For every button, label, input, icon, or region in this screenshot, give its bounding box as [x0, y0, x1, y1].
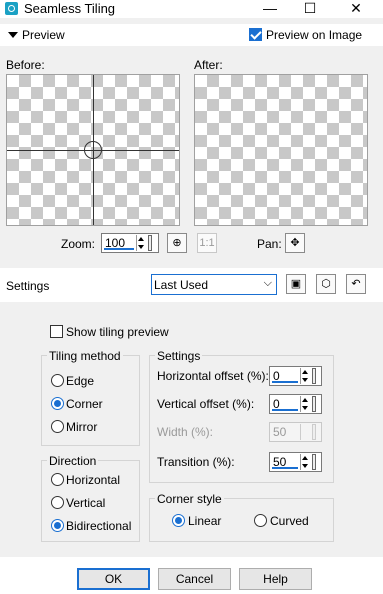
zoom-actual-size-icon[interactable]: 1:1 — [197, 233, 217, 253]
radio-horizontal[interactable] — [51, 473, 64, 486]
width-spinner[interactable] — [300, 424, 308, 440]
vertical-offset-spinner[interactable] — [300, 396, 308, 412]
target-icon[interactable] — [84, 141, 102, 159]
corner-style-title: Corner style — [155, 492, 224, 506]
show-tiling-preview-checkbox[interactable] — [50, 325, 63, 338]
preview-label[interactable]: Preview — [22, 28, 65, 42]
radio-corner[interactable] — [51, 397, 64, 410]
zoom-label: Zoom: — [61, 237, 96, 251]
zoom-slider-handle[interactable] — [148, 235, 152, 251]
zoom-underline — [104, 248, 134, 250]
reset-icon[interactable]: ↶ — [346, 274, 366, 294]
zoom-fit-icon[interactable]: ⊕ — [167, 233, 187, 253]
transition-spinner[interactable] — [300, 454, 308, 470]
vertical-offset-underline — [272, 409, 298, 411]
save-preset-icon[interactable]: ▣ — [286, 274, 306, 294]
zoom-spinner[interactable] — [136, 235, 144, 251]
preset-dropdown[interactable]: Last Used ⌵ — [151, 274, 277, 295]
cancel-button[interactable]: Cancel — [158, 568, 231, 590]
radio-linear-label[interactable]: Linear — [188, 514, 221, 528]
preview-on-image-label[interactable]: Preview on Image — [266, 28, 362, 42]
transition-underline — [272, 467, 298, 469]
spin-down-icon[interactable] — [138, 245, 144, 249]
transition-label: Transition (%): — [157, 455, 235, 469]
settings-group-title: Settings — [155, 349, 203, 363]
close-button[interactable]: ✕ — [342, 0, 370, 18]
maximize-button[interactable]: ☐ — [296, 0, 324, 18]
help-button[interactable]: Help — [239, 568, 312, 590]
radio-curved[interactable] — [254, 514, 267, 527]
spin-down-icon[interactable] — [302, 378, 308, 382]
width-field[interactable]: 50 — [269, 422, 322, 442]
after-label: After: — [194, 58, 223, 72]
spin-up-icon[interactable] — [302, 398, 308, 402]
radio-corner-label[interactable]: Corner — [66, 397, 103, 411]
width-slider-handle[interactable] — [312, 424, 316, 440]
minimize-button[interactable]: — — [256, 0, 284, 18]
zoom-field[interactable]: 100 — [101, 233, 159, 253]
before-label: Before: — [6, 58, 45, 72]
show-tiling-preview-label[interactable]: Show tiling preview — [66, 325, 169, 339]
pan-move-icon[interactable]: ✥ — [285, 233, 305, 253]
radio-edge[interactable] — [51, 374, 64, 387]
window-title: Seamless Tiling — [24, 1, 116, 16]
radio-mirror[interactable] — [51, 420, 64, 433]
horizontal-offset-slider-handle[interactable] — [312, 368, 316, 384]
vertical-offset-field[interactable]: 0 — [269, 394, 322, 414]
preset-value: Last Used — [154, 278, 209, 292]
radio-edge-label[interactable]: Edge — [66, 374, 94, 388]
transition-slider-handle[interactable] — [312, 454, 316, 470]
collapse-preview-icon[interactable] — [8, 32, 18, 38]
settings-bar-label: Settings — [6, 279, 50, 293]
direction-title: Direction — [47, 454, 99, 468]
radio-horizontal-label[interactable]: Horizontal — [66, 473, 120, 487]
radio-linear[interactable] — [172, 514, 185, 527]
spin-down-icon[interactable] — [302, 406, 308, 410]
preview-on-image-checkbox[interactable] — [249, 28, 262, 41]
radio-bidirectional[interactable] — [51, 519, 64, 532]
pan-label: Pan: — [257, 237, 282, 251]
radio-vertical[interactable] — [51, 496, 64, 509]
after-preview — [194, 74, 368, 226]
width-value: 50 — [273, 425, 287, 439]
radio-curved-label[interactable]: Curved — [270, 514, 309, 528]
radio-bidirectional-label[interactable]: Bidirectional — [66, 519, 131, 533]
title-bar: Seamless Tiling — ☐ ✕ — [0, 0, 383, 18]
transition-field[interactable]: 50 — [269, 452, 322, 472]
width-label: Width (%): — [157, 425, 214, 439]
app-icon — [5, 2, 18, 15]
tiling-method-title: Tiling method — [47, 349, 123, 363]
horizontal-offset-label: Horizontal offset (%): — [157, 369, 269, 383]
horizontal-offset-spinner[interactable] — [300, 368, 308, 384]
spin-up-icon[interactable] — [302, 370, 308, 374]
spin-down-icon[interactable] — [302, 464, 308, 468]
spin-up-icon[interactable] — [302, 456, 308, 460]
vertical-offset-slider-handle[interactable] — [312, 396, 316, 412]
randomize-icon[interactable]: ⬡ — [316, 274, 336, 294]
spin-up-icon[interactable] — [138, 237, 144, 241]
radio-vertical-label[interactable]: Vertical — [66, 496, 105, 510]
vertical-offset-label: Vertical offset (%): — [157, 397, 255, 411]
horizontal-offset-field[interactable]: 0 — [269, 366, 322, 386]
ok-button[interactable]: OK — [77, 568, 150, 590]
before-preview[interactable] — [6, 74, 180, 226]
radio-mirror-label[interactable]: Mirror — [66, 420, 97, 434]
chevron-down-icon: ⌵ — [263, 277, 272, 289]
horizontal-offset-underline — [272, 381, 298, 383]
